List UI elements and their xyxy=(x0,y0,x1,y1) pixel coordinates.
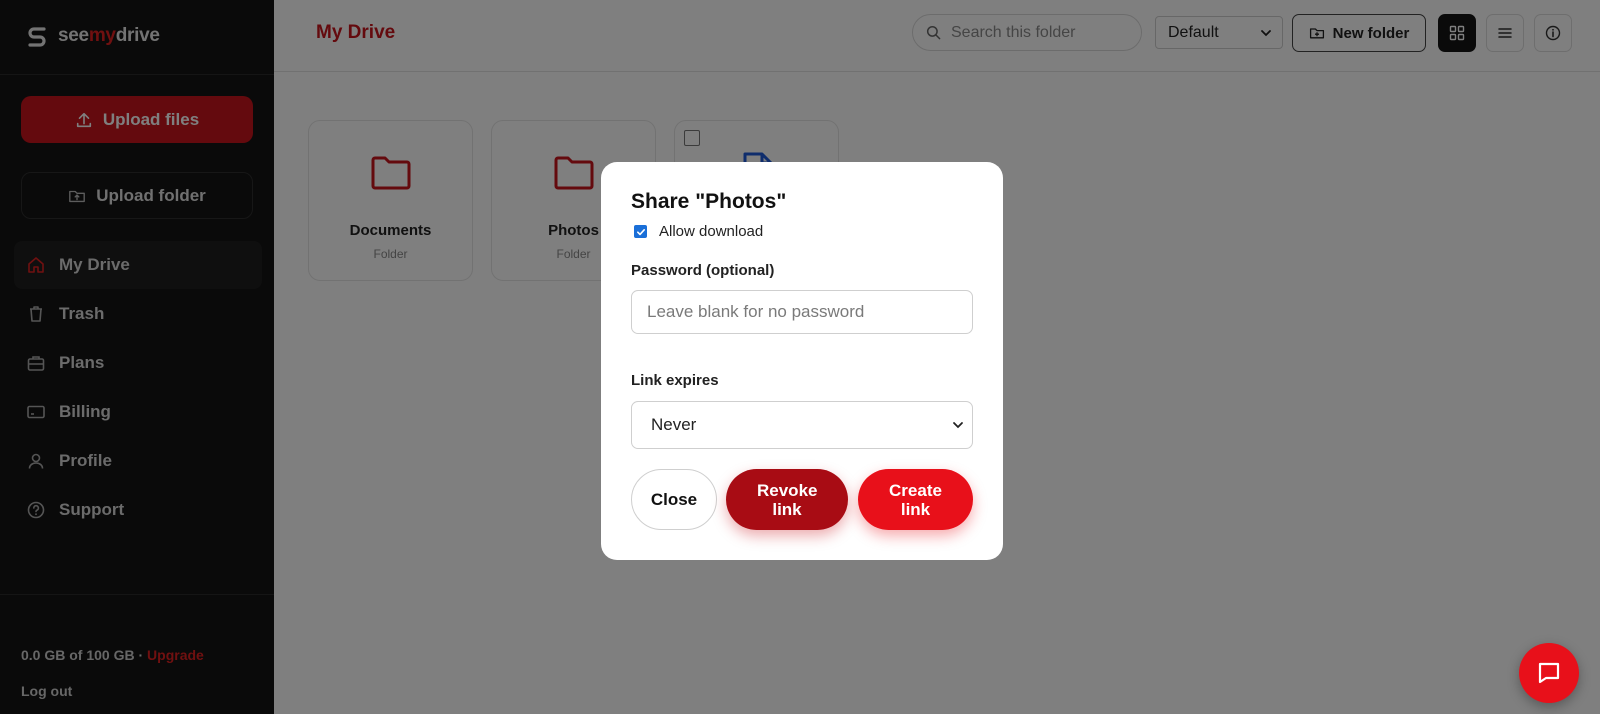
check-icon xyxy=(636,228,645,235)
close-button[interactable]: Close xyxy=(631,469,717,530)
create-label: Create link xyxy=(889,480,942,519)
password-label: Password (optional) xyxy=(631,262,775,279)
chevron-down-icon xyxy=(953,422,963,429)
password-field[interactable] xyxy=(631,290,973,334)
revoke-link-button[interactable]: Revoke link xyxy=(726,469,848,530)
close-label: Close xyxy=(650,490,698,509)
chat-button[interactable] xyxy=(1519,643,1579,703)
expires-label: Link expires xyxy=(631,372,719,389)
allow-download-row[interactable]: Allow download xyxy=(634,223,763,240)
chat-icon xyxy=(1538,662,1560,684)
expires-value: Never xyxy=(651,415,697,434)
share-dialog: Share "Photos" Allow download Password (… xyxy=(601,162,1003,560)
create-link-button[interactable]: Create link xyxy=(858,469,973,530)
revoke-label: Revoke link xyxy=(757,480,818,519)
expires-select[interactable]: Never xyxy=(631,401,973,449)
dialog-title: Share "Photos" xyxy=(631,190,787,213)
allow-download-checkbox[interactable] xyxy=(634,225,647,238)
allow-download-label: Allow download xyxy=(659,223,764,240)
